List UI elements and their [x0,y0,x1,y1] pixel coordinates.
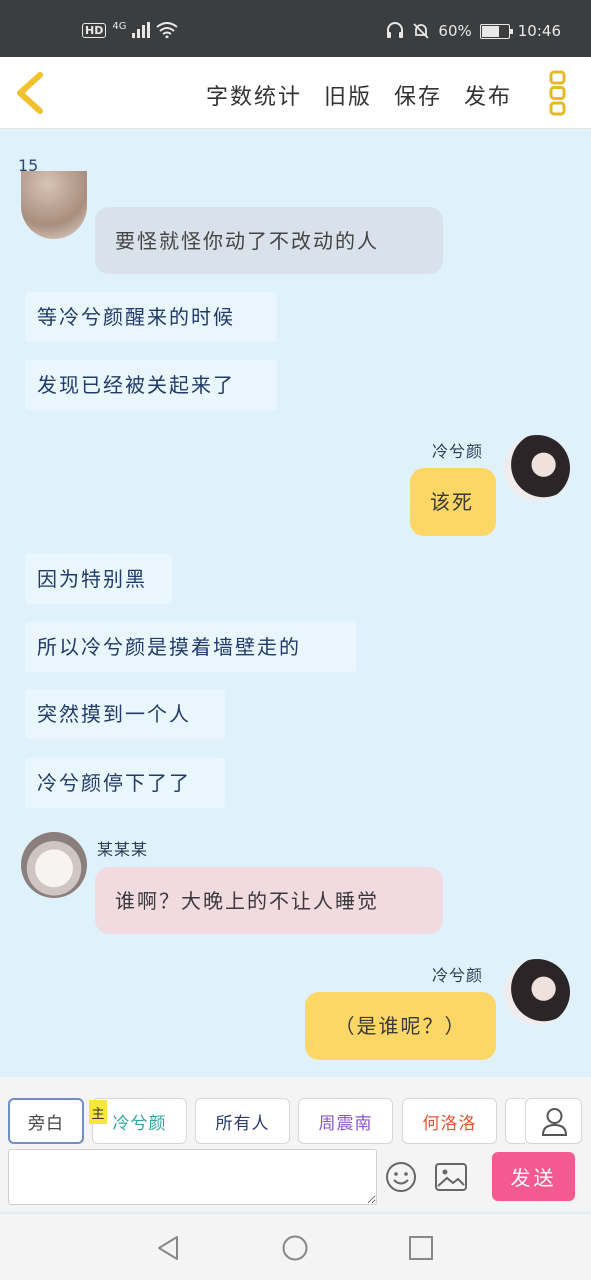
more-menu-icon[interactable] [548,70,568,116]
role-chip-label: 冷兮颜 [112,1113,167,1134]
message-input[interactable] [8,1149,377,1205]
editor-toolbar: 字数统计 旧版 保存 发布 [0,57,591,129]
word-count-button[interactable]: 字数统计 [206,79,302,111]
back-chevron-icon[interactable] [12,69,52,117]
composer: 旁白 冷兮颜 主 所有人 周震南 何洛洛 发送 [0,1077,591,1211]
send-button[interactable]: 发送 [492,1152,575,1201]
role-chip-more[interactable] [505,1098,525,1144]
signal-icon [132,22,151,38]
narration-bubble[interactable]: 因为特别黑 [25,553,172,604]
sender-name: 冷兮颜 [432,966,484,985]
avatar[interactable] [504,959,570,1025]
back-nav-icon[interactable] [155,1235,181,1261]
message-bubble[interactable]: 要怪就怪你动了不改动的人 [95,207,443,274]
image-icon[interactable] [435,1162,467,1192]
avatar[interactable] [21,832,87,898]
message-bubble[interactable]: 谁啊？大晚上的不让人睡觉 [95,867,443,934]
old-version-button[interactable]: 旧版 [324,79,372,111]
battery-percent: 60% [438,22,472,40]
sender-name: 某某某 [97,840,149,859]
recents-nav-icon[interactable] [408,1235,434,1261]
hd-indicator: HD [82,22,107,38]
home-nav-icon[interactable] [282,1235,308,1261]
battery-icon [479,23,513,39]
main-role-badge: 主 [89,1100,107,1124]
chat-area[interactable]: 15 要怪就怪你动了不改动的人 等冷兮颜醒来的时候 发现已经被关起来了 冷兮颜 … [0,130,591,1075]
role-chip-all[interactable]: 所有人 [195,1098,290,1144]
narration-bubble[interactable]: 冷兮颜停下了了 [25,758,225,808]
status-bar: HD 4G 60% 10:46 [0,0,591,57]
avatar[interactable] [504,435,570,501]
sender-name: 冷兮颜 [432,442,484,461]
user-icon[interactable] [525,1098,582,1144]
network-label: 4G [112,20,127,32]
role-chip-label: 周震南 [318,1113,373,1134]
clock: 10:46 [517,22,561,40]
save-button[interactable]: 保存 [394,79,442,111]
message-bubble[interactable]: （是谁呢？） [305,992,496,1060]
role-chip-label: 所有人 [215,1113,270,1134]
headset-icon [387,22,404,38]
avatar[interactable] [21,171,87,239]
role-chip-label: 旁白 [28,1113,64,1134]
message-bubble[interactable]: 该死 [410,468,496,536]
narration-bubble[interactable]: 所以冷兮颜是摸着墙壁走的 [25,622,356,672]
narration-bubble[interactable]: 突然摸到一个人 [25,689,225,739]
system-nav-bar [0,1213,591,1280]
role-chip-heluoluo[interactable]: 何洛洛 [402,1098,497,1144]
publish-button[interactable]: 发布 [464,79,512,111]
role-chip-narrator[interactable]: 旁白 [8,1098,84,1144]
role-chip-label: 何洛洛 [422,1113,477,1134]
mute-bell-icon [413,23,430,39]
narration-bubble[interactable]: 等冷兮颜醒来的时候 [25,292,277,342]
role-chip-zhouzhennan[interactable]: 周震南 [298,1098,393,1144]
emoji-icon[interactable] [385,1161,417,1193]
wifi-icon [156,22,179,38]
narration-bubble[interactable]: 发现已经被关起来了 [25,360,277,410]
